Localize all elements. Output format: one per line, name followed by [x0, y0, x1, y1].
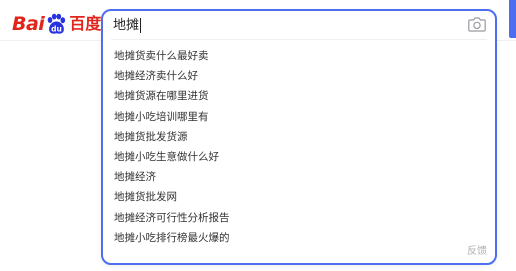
text-cursor: [140, 18, 141, 33]
search-input[interactable]: [113, 15, 453, 37]
suggestion-item[interactable]: 地摊小吃培训哪里有: [103, 107, 495, 127]
suggestion-item[interactable]: 地摊经济可行性分析报告: [103, 208, 495, 228]
suggestion-item[interactable]: 地摊货源在哪里进货: [103, 86, 495, 106]
search-page: Bai du 百度 地摊货卖什么最好卖 地摊经济卖什么好 地摊货源在哪里进货 地…: [0, 0, 516, 271]
suggestion-item[interactable]: 地摊货卖什么最好卖: [103, 46, 495, 66]
suggestion-item[interactable]: 地摊小吃排行榜最火爆的: [103, 228, 495, 248]
input-divider: [111, 39, 487, 40]
logo-paw-text: du: [51, 24, 62, 33]
baidu-paw-icon: du: [48, 13, 66, 34]
logo-text-chinese: 百度: [69, 14, 102, 33]
suggestion-item[interactable]: 地摊小吃生意做什么好: [103, 147, 495, 167]
suggestion-list: 地摊货卖什么最好卖 地摊经济卖什么好 地摊货源在哪里进货 地摊小吃培训哪里有 地…: [103, 46, 495, 248]
baidu-logo[interactable]: Bai du 百度: [12, 12, 101, 36]
camera-icon[interactable]: [467, 15, 487, 33]
feedback-link[interactable]: 反馈: [467, 242, 487, 257]
logo-text-bai: Bai: [12, 13, 45, 35]
search-button-edge[interactable]: [509, 0, 516, 38]
suggestion-item[interactable]: 地摊货批发货源: [103, 127, 495, 147]
search-box: 地摊货卖什么最好卖 地摊经济卖什么好 地摊货源在哪里进货 地摊小吃培训哪里有 地…: [101, 9, 497, 265]
suggestion-item[interactable]: 地摊货批发网: [103, 187, 495, 207]
suggestion-item[interactable]: 地摊经济卖什么好: [103, 66, 495, 86]
suggestion-item[interactable]: 地摊经济: [103, 167, 495, 187]
